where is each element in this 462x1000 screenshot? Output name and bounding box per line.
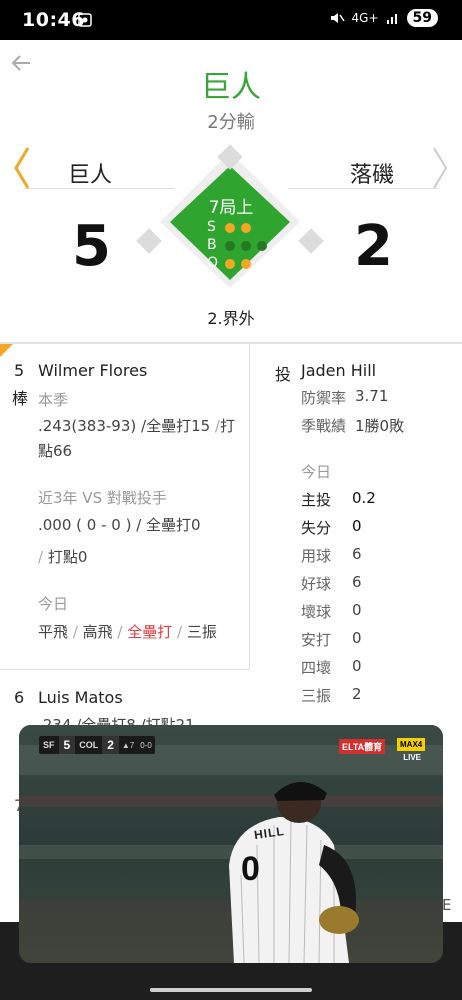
video-count: 0-0 bbox=[140, 740, 152, 750]
strike-label: S bbox=[207, 219, 216, 235]
season-label: 本季 bbox=[38, 391, 69, 409]
video-away-score: 5 bbox=[58, 736, 76, 754]
hits-label: 安打 bbox=[301, 631, 332, 649]
pitches-label: 用球 bbox=[301, 547, 332, 565]
vs-pitcher-line2: / 打點0 bbox=[38, 548, 88, 566]
pitcher-role: 投 bbox=[275, 365, 292, 384]
next-game-arrow-icon[interactable] bbox=[430, 146, 452, 190]
status-bar: 10:46 4G+ 59 bbox=[0, 0, 462, 40]
signal-icon bbox=[386, 14, 397, 24]
home-team-name[interactable]: 落磯 bbox=[350, 157, 394, 189]
max-badge: MAX4 bbox=[397, 738, 426, 751]
previous-game-arrow-icon[interactable] bbox=[10, 146, 32, 190]
out-dot bbox=[241, 259, 251, 269]
record-value: 1勝0敗 bbox=[355, 417, 405, 435]
live-badge: LIVE bbox=[403, 753, 421, 762]
ball-label: B bbox=[207, 237, 217, 253]
home-indicator[interactable] bbox=[150, 988, 312, 992]
video-frame bbox=[19, 725, 443, 963]
divider bbox=[0, 669, 250, 670]
ball-dot bbox=[241, 241, 251, 251]
screen-record-icon bbox=[78, 13, 92, 27]
out-dot bbox=[225, 259, 235, 269]
mute-icon bbox=[330, 13, 345, 23]
today-results: 平飛 / 高飛 / 全壘打 / 三振 bbox=[38, 623, 217, 641]
runs-allowed-value: 0 bbox=[352, 517, 362, 535]
strikes-value: 6 bbox=[352, 573, 362, 591]
first-base bbox=[298, 228, 324, 254]
vs-pitcher-line1: .000 ( 0 - 0 ) / 全壘打0 bbox=[38, 516, 201, 534]
next-batting-order: 6 bbox=[14, 688, 25, 707]
balls-value: 0 bbox=[352, 601, 362, 619]
batter-name[interactable]: Wilmer Flores bbox=[38, 361, 147, 380]
innings-pitched-label: 主投 bbox=[301, 491, 332, 509]
pitches-value: 6 bbox=[352, 545, 362, 563]
current-play: 2.界外 bbox=[207, 309, 255, 328]
ball-dot bbox=[225, 241, 235, 251]
strikes-label: 好球 bbox=[301, 575, 332, 593]
out-label: O bbox=[207, 255, 219, 271]
hits-value: 0 bbox=[352, 629, 362, 647]
batter-role: 棒 bbox=[12, 389, 29, 408]
season-stats-line2: 點66 bbox=[38, 442, 73, 460]
batting-order: 5 bbox=[14, 361, 25, 380]
third-base bbox=[136, 228, 162, 254]
pitcher-today-label: 今日 bbox=[301, 463, 332, 481]
video-home-abbr: COL bbox=[79, 740, 99, 750]
video-away-abbr: SF bbox=[43, 740, 55, 750]
battery-level: 59 bbox=[406, 9, 438, 27]
runs-allowed-label: 失分 bbox=[301, 519, 332, 537]
pitcher-name[interactable]: Jaden Hill bbox=[301, 361, 376, 380]
broadcaster-logo: ELTA體育 bbox=[339, 739, 386, 754]
walks-value: 0 bbox=[352, 657, 362, 675]
era-label: 防禦率 bbox=[301, 389, 347, 407]
status-time: 10:46 bbox=[22, 9, 85, 31]
strike-dot bbox=[225, 223, 235, 233]
away-team-name[interactable]: 巨人 bbox=[68, 157, 112, 189]
away-score: 5 bbox=[72, 214, 111, 279]
pitcher-panel: 投 Jaden Hill 防禦率 3.71 季戰績 1勝0敗 今日 主投 0.2… bbox=[251, 344, 462, 734]
strikeouts-value: 2 bbox=[352, 685, 362, 703]
walks-label: 四壞 bbox=[301, 659, 332, 677]
balls-label: 壞球 bbox=[301, 603, 332, 621]
era-value: 3.71 bbox=[355, 387, 389, 405]
ball-dot bbox=[257, 241, 267, 251]
strike-dot bbox=[241, 223, 251, 233]
status-icons: 4G+ 59 bbox=[329, 9, 438, 27]
network-type: 4G+ bbox=[351, 11, 379, 25]
video-inning: ▲7 bbox=[121, 740, 135, 750]
vs-pitcher-label: 近3年 VS 對戰投手 bbox=[38, 489, 167, 507]
jersey-number: 0 bbox=[241, 850, 260, 888]
video-home-score: 2 bbox=[102, 736, 119, 754]
game-result: 2分輸 bbox=[207, 112, 255, 133]
live-video-player[interactable]: SF 5 COL 2 ▲7 0-0 ELTA體育 MAX4 LIVE HILL … bbox=[19, 725, 443, 963]
strikeouts-label: 三振 bbox=[301, 687, 332, 705]
batter-panel: 5 棒 Wilmer Flores 本季 .243(383-93) /全壘打15… bbox=[0, 344, 250, 670]
today-label: 今日 bbox=[38, 595, 69, 613]
innings-pitched-value: 0.2 bbox=[352, 489, 376, 507]
home-score: 2 bbox=[354, 214, 393, 279]
page-title: 巨人 bbox=[201, 70, 261, 105]
inning-label: 7局上 bbox=[208, 198, 254, 218]
truncated-text: E bbox=[442, 896, 452, 914]
next-batter-name[interactable]: Luis Matos bbox=[38, 688, 123, 707]
record-label: 季戰績 bbox=[301, 417, 347, 435]
video-scorebug: SF 5 COL 2 ▲7 0-0 bbox=[39, 736, 155, 754]
season-stats-line1: .243(383-93) /全壘打15 /打 bbox=[38, 417, 235, 435]
